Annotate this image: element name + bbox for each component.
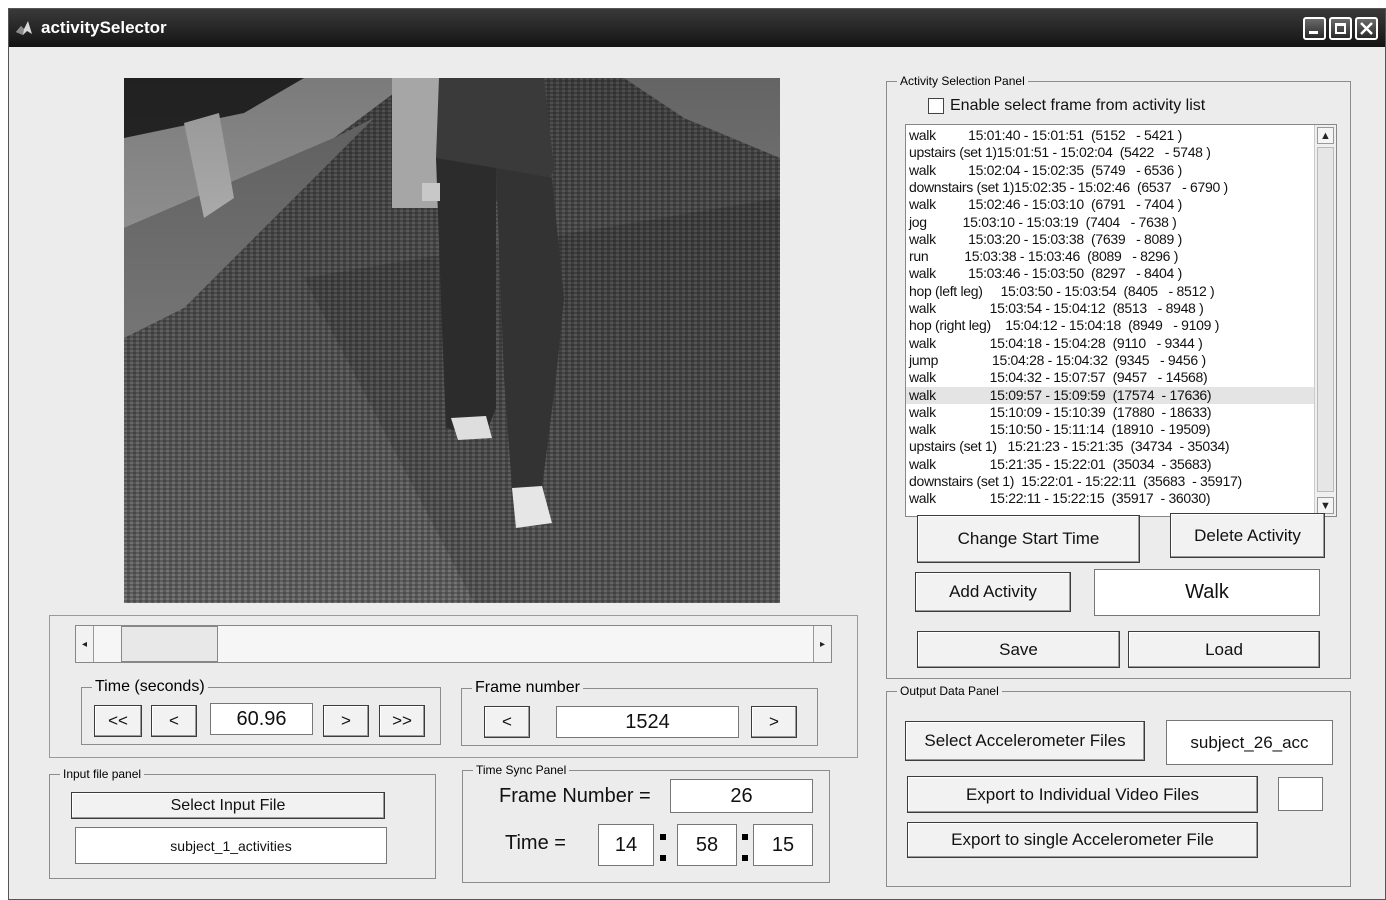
time-forward-button[interactable]: > bbox=[323, 705, 369, 737]
select-input-file-button[interactable]: Select Input File bbox=[71, 792, 385, 819]
input-file-panel-title: Input file panel bbox=[60, 766, 145, 782]
time-group-label: Time (seconds) bbox=[92, 677, 208, 697]
minimize-icon bbox=[1309, 31, 1318, 34]
activity-list-item[interactable]: walk 15:03:54 - 15:04:12 (8513 - 8948 ) bbox=[906, 300, 1204, 317]
activity-list-item[interactable]: walk 15:10:09 - 15:10:39 (17880 - 18633) bbox=[906, 404, 1212, 421]
video-frame-image bbox=[124, 78, 780, 603]
activity-list-item[interactable]: upstairs (set 1)15:01:51 - 15:02:04 (542… bbox=[906, 144, 1211, 161]
activity-list-item[interactable]: upstairs (set 1) 15:21:23 - 15:21:35 (34… bbox=[906, 438, 1229, 455]
activity-list-item[interactable]: walk 15:10:50 - 15:11:14 (18910 - 19509) bbox=[906, 421, 1211, 438]
sync-seconds-field[interactable]: 15 bbox=[753, 824, 813, 866]
activity-list-item[interactable]: walk 15:21:35 - 15:22:01 (35034 - 35683) bbox=[906, 456, 1212, 473]
activity-list-item[interactable]: walk 15:02:04 - 15:02:35 (5749 - 6536 ) bbox=[906, 162, 1182, 179]
time-colon bbox=[742, 855, 748, 861]
time-label: Time = bbox=[505, 832, 566, 854]
time-sync-panel-title: Time Sync Panel bbox=[473, 762, 570, 778]
delete-activity-button[interactable]: Delete Activity bbox=[1170, 513, 1325, 558]
matlab-icon bbox=[16, 21, 32, 35]
scroll-down-arrow[interactable]: ▼ bbox=[1317, 497, 1334, 514]
export-individual-field[interactable] bbox=[1278, 777, 1323, 811]
activity-list-item[interactable]: run 15:03:38 - 15:03:46 (8089 - 8296 ) bbox=[906, 248, 1178, 265]
maximize-icon bbox=[1335, 23, 1346, 34]
maximize-button[interactable] bbox=[1329, 17, 1352, 40]
activity-list[interactable]: walk 15:01:40 - 15:01:51 (5152 - 5421 ) u… bbox=[905, 124, 1337, 517]
time-colon bbox=[660, 834, 666, 840]
enable-select-frame-checkbox[interactable] bbox=[928, 98, 944, 114]
output-panel-title: Output Data Panel bbox=[897, 683, 1002, 699]
frame-forward-button[interactable]: > bbox=[751, 706, 797, 738]
activity-list-item[interactable]: walk 15:04:32 - 15:07:57 (9457 - 14568) bbox=[906, 369, 1208, 386]
activity-list-item[interactable]: walk 15:03:20 - 15:03:38 (7639 - 8089 ) bbox=[906, 231, 1182, 248]
activity-list-item[interactable]: walk 15:09:57 - 15:09:59 (17574 - 17636) bbox=[906, 386, 1314, 404]
sync-frame-number-field[interactable]: 26 bbox=[670, 779, 813, 813]
scroll-thumb[interactable] bbox=[1317, 147, 1334, 492]
sync-minutes-field[interactable]: 58 bbox=[677, 824, 737, 866]
add-activity-button[interactable]: Add Activity bbox=[915, 572, 1071, 612]
time-fast-forward-button[interactable]: >> bbox=[379, 705, 425, 737]
activity-list-scrollbar[interactable]: ▲ ▼ bbox=[1314, 125, 1336, 516]
frame-back-button[interactable]: < bbox=[484, 706, 530, 738]
activity-list-item[interactable]: hop (left leg) 15:03:50 - 15:03:54 (8405… bbox=[906, 283, 1215, 300]
window-title: activitySelector bbox=[41, 18, 167, 37]
activity-panel-title: Activity Selection Panel bbox=[897, 73, 1028, 89]
export-individual-video-files-button[interactable]: Export to Individual Video Files bbox=[907, 776, 1258, 813]
close-icon bbox=[1360, 22, 1373, 35]
select-accelerometer-files-button[interactable]: Select Accelerometer Files bbox=[905, 721, 1145, 761]
input-file-field[interactable]: subject_1_activities bbox=[75, 827, 387, 864]
load-button[interactable]: Load bbox=[1128, 631, 1320, 668]
time-seconds-field[interactable]: 60.96 bbox=[210, 703, 313, 735]
time-colon bbox=[660, 855, 666, 861]
change-start-time-button[interactable]: Change Start Time bbox=[917, 515, 1140, 563]
activity-list-item[interactable]: walk 15:02:46 - 15:03:10 (6791 - 7404 ) bbox=[906, 196, 1182, 213]
frame-number-label: Frame Number = bbox=[499, 785, 651, 807]
activity-name-field[interactable]: Walk bbox=[1094, 569, 1320, 616]
time-fast-back-button[interactable]: << bbox=[94, 705, 142, 737]
activity-list-item[interactable]: walk 15:01:40 - 15:01:51 (5152 - 5421 ) bbox=[906, 127, 1182, 144]
scroll-up-arrow[interactable]: ▲ bbox=[1317, 127, 1334, 144]
activity-list-item[interactable]: downstairs (set 1)15:02:35 - 15:02:46 (6… bbox=[906, 179, 1228, 196]
close-button[interactable] bbox=[1355, 17, 1378, 40]
minimize-button[interactable] bbox=[1303, 17, 1326, 40]
activity-list-item[interactable]: hop (right leg) 15:04:12 - 15:04:18 (894… bbox=[906, 317, 1219, 334]
time-back-button[interactable]: < bbox=[151, 705, 197, 737]
activity-list-item[interactable]: jump 15:04:28 - 15:04:32 (9345 - 9456 ) bbox=[906, 352, 1206, 369]
save-button[interactable]: Save bbox=[917, 631, 1120, 668]
activity-list-item[interactable]: walk 15:04:18 - 15:04:28 (9110 - 9344 ) bbox=[906, 335, 1203, 352]
frame-group-label: Frame number bbox=[472, 678, 583, 698]
enable-select-frame-label: Enable select frame from activity list bbox=[950, 97, 1206, 114]
activity-list-item[interactable]: downstairs (set 1) 15:22:01 - 15:22:11 (… bbox=[906, 473, 1242, 490]
app-window: activitySelector ◂ ▸ Time (seconds) << <… bbox=[8, 8, 1386, 900]
export-single-accelerometer-file-button[interactable]: Export to single Accelerometer File bbox=[907, 822, 1258, 858]
activity-list-item[interactable]: walk 15:03:46 - 15:03:50 (8297 - 8404 ) bbox=[906, 265, 1182, 282]
activity-list-item[interactable]: jog 15:03:10 - 15:03:19 (7404 - 7638 ) bbox=[906, 214, 1177, 231]
sync-hours-field[interactable]: 14 bbox=[598, 824, 654, 866]
video-frame bbox=[124, 78, 780, 603]
time-colon bbox=[742, 834, 748, 840]
activity-list-item[interactable]: walk 15:22:11 - 15:22:15 (35917 - 36030) bbox=[906, 490, 1211, 507]
title-bar: activitySelector bbox=[9, 9, 1385, 47]
accelerometer-file-field[interactable]: subject_26_acc bbox=[1166, 720, 1333, 765]
frame-number-field[interactable]: 1524 bbox=[556, 706, 739, 738]
